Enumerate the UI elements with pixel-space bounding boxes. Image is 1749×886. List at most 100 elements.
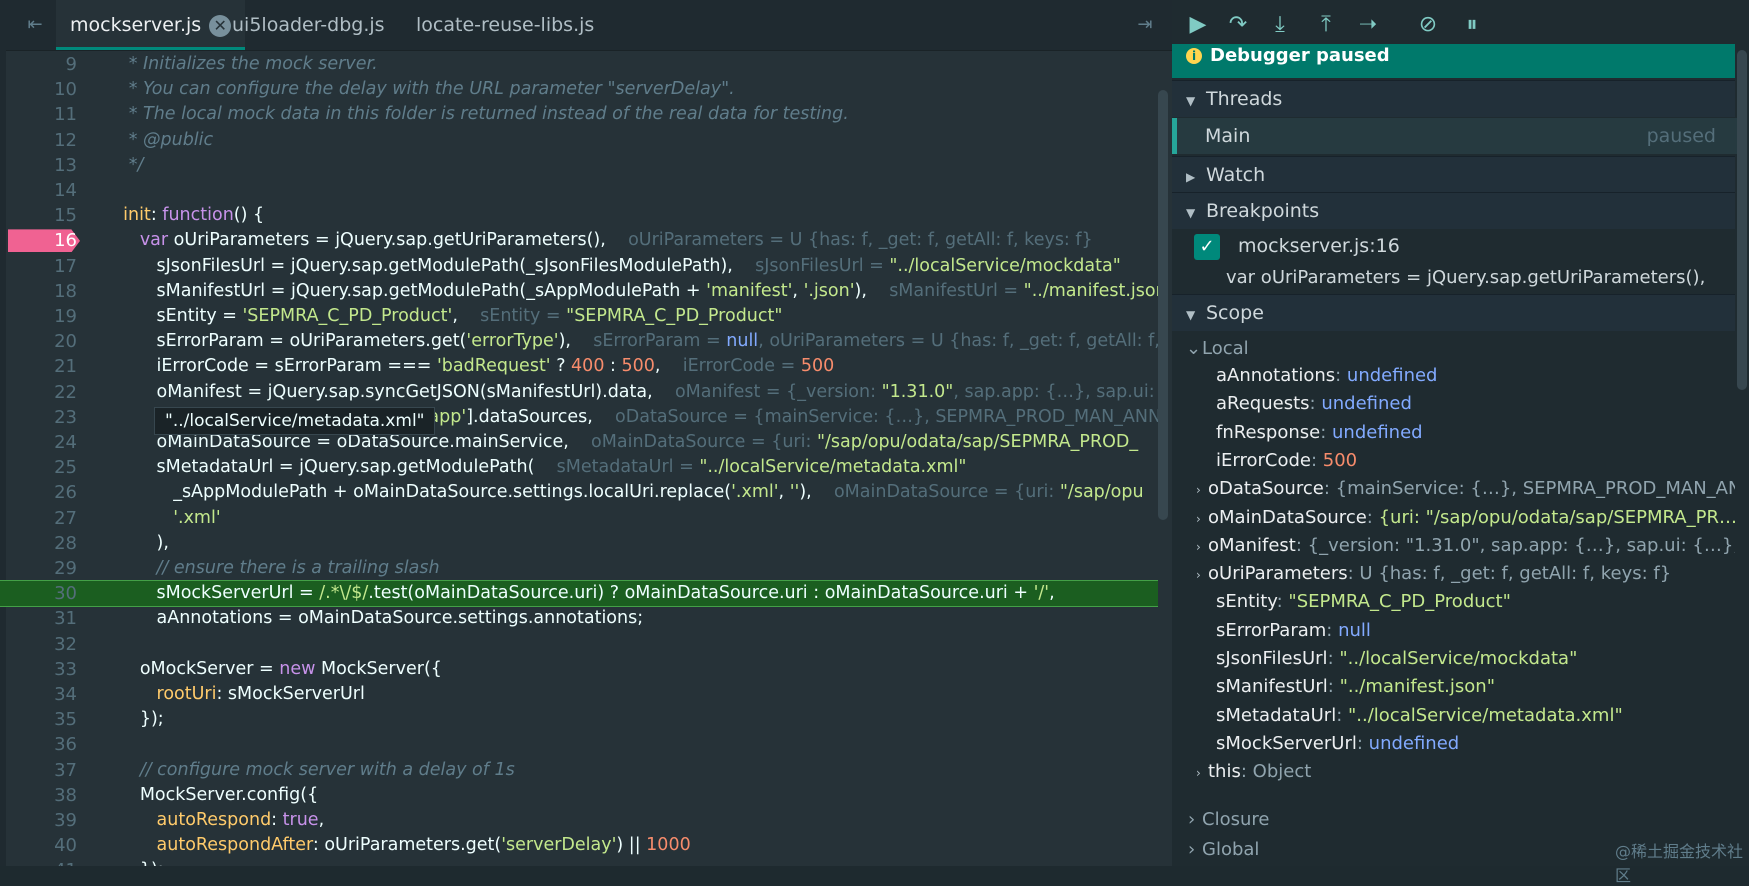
code-line[interactable]: 32	[0, 632, 1158, 657]
deactivate-breakpoints-icon[interactable]: ⊘	[1412, 10, 1444, 40]
line-number[interactable]: 25	[12, 455, 77, 480]
watch-section[interactable]: ▶ Watch	[1172, 156, 1735, 193]
line-number[interactable]: 10	[12, 77, 77, 102]
line-number[interactable]: 21	[12, 354, 77, 379]
code-line[interactable]: 38 MockServer.config({	[0, 783, 1158, 808]
collapse-sidebar-icon[interactable]: ⇤	[22, 12, 48, 38]
breakpoint-item[interactable]: ✓ mockserver.js:16	[1172, 230, 1735, 262]
tab-locate-reuse-libs[interactable]: locate-reuse-libs.js	[402, 0, 608, 50]
line-number[interactable]: 24	[12, 430, 77, 455]
code-line[interactable]: 34 rootUri: sMockServerUrl	[0, 682, 1158, 707]
line-number[interactable]: 35	[12, 707, 77, 732]
code-line[interactable]: 40 autoRespondAfter: oUriParameters.get(…	[0, 833, 1158, 858]
scope-variable[interactable]: › oManifest: {_version: "1.31.0", sap.app…	[1172, 532, 1735, 560]
step-into-icon[interactable]: ⤓	[1264, 10, 1296, 40]
step-out-icon[interactable]: ⤒	[1310, 10, 1342, 40]
scope-variable[interactable]: › this: Object	[1172, 758, 1735, 786]
code-line[interactable]: 11 * The local mock data in this folder …	[0, 102, 1158, 127]
editor-scrollbar[interactable]	[1158, 90, 1168, 520]
code-line[interactable]: 36	[0, 732, 1158, 757]
tab-mockserver[interactable]: mockserver.js ✕	[56, 0, 246, 50]
line-number[interactable]: 16	[12, 228, 77, 253]
line-number[interactable]: 26	[12, 480, 77, 505]
code-line[interactable]: 16 var oUriParameters = jQuery.sap.getUr…	[0, 228, 1158, 253]
scope-variable[interactable]: sManifestUrl: "../manifest.json"	[1172, 673, 1735, 701]
code-line[interactable]: 27 '.xml'	[0, 506, 1158, 531]
scope-local[interactable]: ⌄ Local	[1172, 335, 1735, 363]
code-line[interactable]: 37 // configure mock server with a delay…	[0, 758, 1158, 783]
scope-variable[interactable]: sEntity: "SEPMRA_C_PD_Product"	[1172, 588, 1735, 616]
code-line[interactable]: 31 aAnnotations = oMainDataSource.settin…	[0, 606, 1158, 631]
breakpoint-checkbox[interactable]: ✓	[1194, 234, 1220, 260]
line-number[interactable]: 29	[12, 556, 77, 581]
line-number[interactable]: 31	[12, 606, 77, 631]
scope-section[interactable]: ▼ Scope	[1172, 294, 1735, 331]
line-number[interactable]: 30	[12, 581, 77, 606]
toggle-debugger-icon[interactable]: ⇥	[1132, 12, 1158, 38]
code-line[interactable]: 30 sMockServerUrl = /.*\/$/.test(oMainDa…	[0, 580, 1158, 608]
chevron-right-icon[interactable]: ›	[1196, 505, 1208, 532]
code-line[interactable]: 25 sMetadataUrl = jQuery.sap.getModulePa…	[0, 455, 1158, 480]
scope-variable[interactable]: sMetadataUrl: "../localService/metadata.…	[1172, 702, 1735, 730]
line-number[interactable]: 27	[12, 506, 77, 531]
line-number[interactable]: 33	[12, 657, 77, 682]
line-number[interactable]: 28	[12, 531, 77, 556]
line-number[interactable]: 38	[12, 783, 77, 808]
code-line[interactable]: 19 sEntity = 'SEPMRA_C_PD_Product', sEnt…	[0, 304, 1158, 329]
line-number[interactable]: 14	[12, 178, 77, 203]
line-number[interactable]: 40	[12, 833, 77, 858]
code-line[interactable]: 28 ),	[0, 531, 1158, 556]
threads-section[interactable]: ▼ Threads	[1172, 80, 1735, 117]
chevron-right-icon[interactable]: ›	[1196, 561, 1208, 588]
line-number[interactable]: 20	[12, 329, 77, 354]
scope-variable[interactable]: sJsonFilesUrl: "../localService/mockdata…	[1172, 645, 1735, 673]
line-number[interactable]: 41	[12, 858, 77, 866]
line-number[interactable]: 12	[12, 128, 77, 153]
code-line[interactable]: 18 sManifestUrl = jQuery.sap.getModulePa…	[0, 279, 1158, 304]
step-over-icon[interactable]: ↷	[1222, 10, 1254, 40]
scope-closure[interactable]: › Closure	[1172, 806, 1735, 834]
line-number[interactable]: 32	[12, 632, 77, 657]
code-line[interactable]: 26 _sAppModulePath + oMainDataSource.set…	[0, 480, 1158, 505]
tab-ui5loader[interactable]: ui5loader-dbg.js	[218, 0, 399, 50]
pause-on-exceptions-icon[interactable]: ⏸	[1456, 10, 1488, 40]
code-line[interactable]: 29 // ensure there is a trailing slash	[0, 556, 1158, 581]
chevron-right-icon[interactable]: ›	[1196, 759, 1208, 786]
code-lines[interactable]: 9 * Initializes the mock server. 10 * You…	[0, 50, 1158, 866]
line-number[interactable]: 19	[12, 304, 77, 329]
code-line[interactable]: 15 init: function() {	[0, 203, 1158, 228]
scope-variable[interactable]: iErrorCode: 500	[1172, 447, 1735, 475]
debugger-scrollbar[interactable]	[1737, 50, 1747, 390]
code-line[interactable]: 20 sErrorParam = oUriParameters.get('err…	[0, 329, 1158, 354]
code-line[interactable]: 21 iErrorCode = sErrorParam === 'badRequ…	[0, 354, 1158, 379]
line-number[interactable]: 15	[12, 203, 77, 228]
code-line[interactable]: 35 });	[0, 707, 1158, 732]
code-line[interactable]: 9 * Initializes the mock server.	[0, 52, 1158, 77]
scope-variable[interactable]: sMockServerUrl: undefined	[1172, 730, 1735, 758]
scope-variable[interactable]: › oUriParameters: U {has: f, _get: f, get…	[1172, 560, 1735, 588]
code-line[interactable]: 41 });	[0, 858, 1158, 866]
code-line[interactable]: 12 * @public	[0, 128, 1158, 153]
scope-variable[interactable]: › oMainDataSource: {uri: "/sap/opu/odata/…	[1172, 504, 1735, 532]
code-line[interactable]: 17 sJsonFilesUrl = jQuery.sap.getModuleP…	[0, 254, 1158, 279]
line-number[interactable]: 18	[12, 279, 77, 304]
line-number[interactable]: 39	[12, 808, 77, 833]
code-line[interactable]: 22 oManifest = jQuery.sap.syncGetJSON(sM…	[0, 380, 1158, 405]
line-number[interactable]: 13	[12, 153, 77, 178]
chevron-right-icon[interactable]: ›	[1196, 476, 1208, 503]
code-line[interactable]: 10 * You can configure the delay with th…	[0, 77, 1158, 102]
line-number[interactable]: 37	[12, 758, 77, 783]
scope-variable[interactable]: › oDataSource: {mainService: {…}, SEPMRA_…	[1172, 475, 1735, 503]
continue-icon[interactable]: ▶	[1182, 10, 1214, 40]
step-icon[interactable]: ➝	[1352, 10, 1384, 40]
line-number[interactable]: 23	[12, 405, 77, 430]
code-line[interactable]: 33 oMockServer = new MockServer({	[0, 657, 1158, 682]
code-line[interactable]: 14	[0, 178, 1158, 203]
line-number[interactable]: 9	[12, 52, 77, 77]
line-number[interactable]: 11	[12, 102, 77, 127]
line-number[interactable]: 22	[12, 380, 77, 405]
code-line[interactable]: 13 */	[0, 153, 1158, 178]
line-number[interactable]: 36	[12, 732, 77, 757]
line-number[interactable]: 17	[12, 254, 77, 279]
scope-variable[interactable]: aAnnotations: undefined	[1172, 362, 1735, 390]
